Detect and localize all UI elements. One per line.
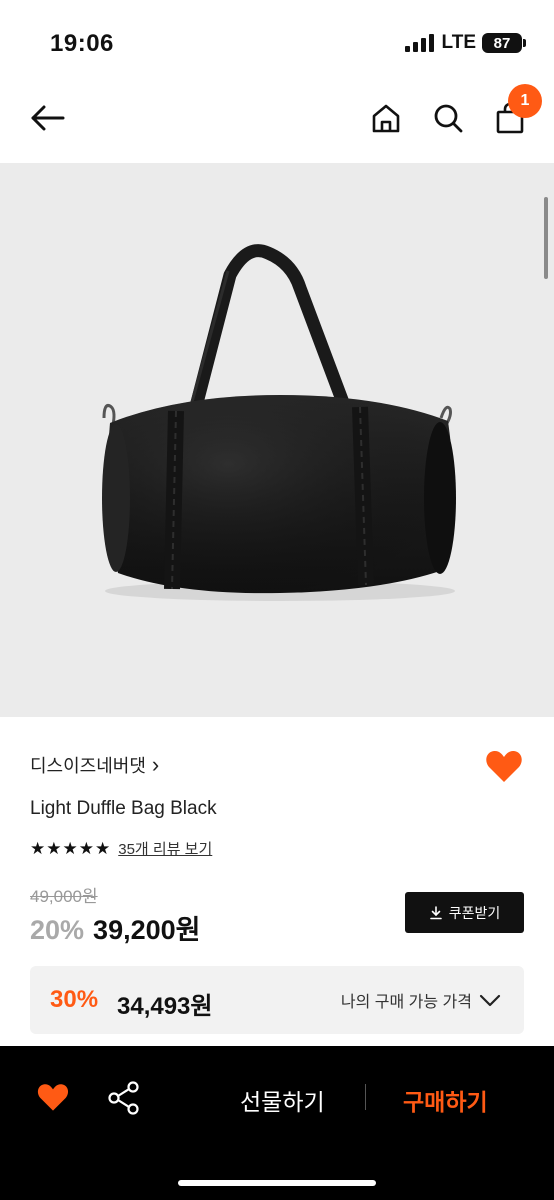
product-image[interactable]: [0, 163, 554, 717]
status-indicators: LTE 87: [404, 32, 526, 54]
network-label: LTE: [441, 32, 476, 53]
back-button[interactable]: [28, 98, 68, 138]
member-price-box[interactable]: 30% 34,493원 나의 구매 가능 가격: [30, 966, 524, 1034]
divider: [365, 1084, 366, 1110]
gift-button[interactable]: 선물하기: [240, 1083, 325, 1117]
wishlist-button[interactable]: [484, 746, 524, 786]
star-icon: ★: [46, 838, 62, 858]
chevron-right-icon: ›: [151, 752, 160, 777]
member-price: 34,493원: [117, 993, 213, 1020]
image-scroll-indicator: [544, 197, 548, 279]
battery-icon: 87: [482, 33, 526, 53]
signal-icon: [404, 34, 434, 52]
buy-button[interactable]: 구매하기: [403, 1083, 488, 1117]
brand-link[interactable]: 디스이즈네버댓 ›: [30, 752, 159, 778]
heart-icon: [37, 1084, 69, 1111]
star-icon: ★: [78, 838, 94, 858]
home-indicator: [178, 1180, 376, 1186]
review-link[interactable]: 35개 리뷰 보기: [118, 838, 212, 859]
rating-stars: ★ ★ ★ ★ ★: [30, 839, 110, 859]
search-button[interactable]: [428, 98, 468, 138]
home-button[interactable]: [366, 98, 406, 138]
status-bar: 19:06 LTE 87: [0, 0, 554, 80]
battery-level: 87: [493, 34, 511, 52]
download-icon: [429, 905, 442, 919]
star-icon: ★: [62, 838, 78, 858]
bottom-wishlist-button[interactable]: [36, 1080, 70, 1114]
price-row: 20% 39,200원: [30, 908, 200, 947]
discount-rate: 20%: [30, 915, 85, 945]
arrow-left-icon: [31, 105, 65, 131]
star-icon: ★: [95, 838, 111, 858]
sale-price: 39,200원: [93, 915, 201, 945]
rating-row: ★ ★ ★ ★ ★ 35개 리뷰 보기: [30, 838, 212, 859]
top-nav: [0, 80, 554, 162]
heart-icon: [486, 750, 522, 782]
product-name: Light Duffle Bag Black: [30, 798, 217, 819]
search-icon: [434, 104, 463, 133]
cart-count-badge: 1: [508, 84, 542, 118]
chevron-down-icon: [479, 994, 501, 1007]
brand-name: 디스이즈네버댓: [30, 756, 146, 776]
coupon-button[interactable]: 쿠폰받기: [405, 892, 524, 933]
coupon-label: 쿠폰받기: [448, 904, 501, 921]
duffle-bag-illustration: [102, 244, 456, 601]
home-icon: [372, 104, 400, 133]
share-button[interactable]: [106, 1080, 142, 1116]
status-time: 19:06: [50, 30, 114, 57]
bottom-action-bar: 선물하기 구매하기: [0, 1046, 554, 1200]
star-icon: ★: [30, 838, 46, 858]
member-discount-rate: 30%: [50, 986, 99, 1013]
share-icon: [108, 1081, 139, 1115]
original-price: 49,000원: [30, 887, 98, 906]
member-price-label: 나의 구매 가능 가격: [340, 994, 472, 1011]
